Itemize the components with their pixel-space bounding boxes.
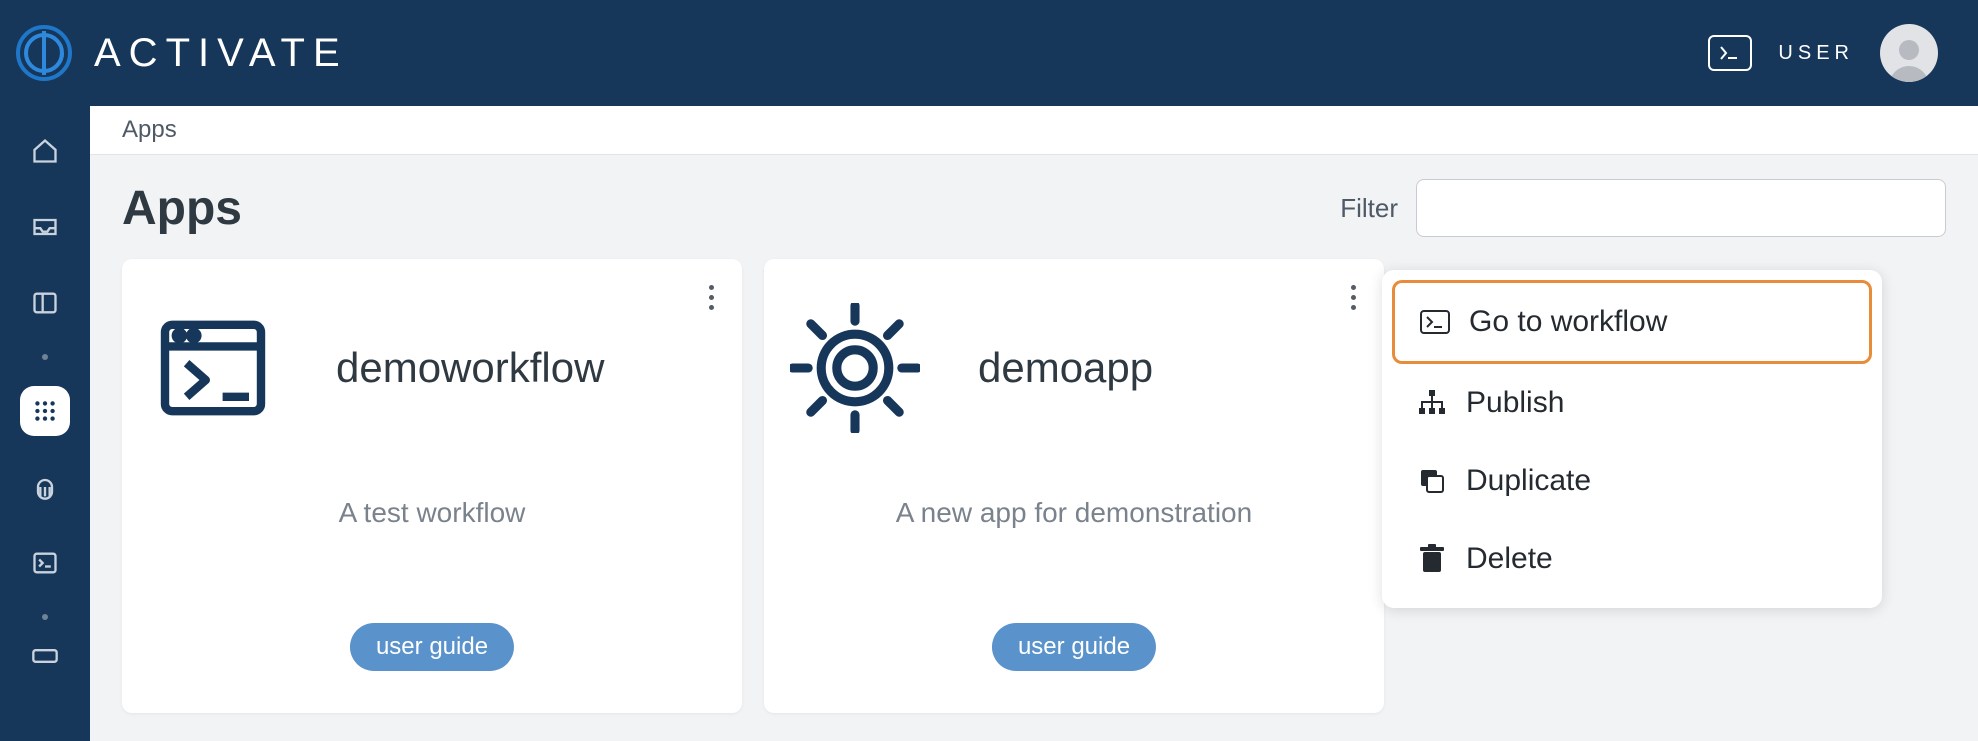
network-icon (1416, 387, 1448, 419)
ctx-item-label: Duplicate (1466, 464, 1591, 498)
page-title: Apps (122, 181, 242, 236)
user-guide-button[interactable]: user guide (992, 623, 1156, 671)
app-card-desc: A new app for demonstration (790, 497, 1358, 529)
top-header: ACTIVATE USER (0, 0, 1978, 106)
ctx-go-to-workflow[interactable]: Go to workflow (1392, 280, 1872, 364)
ctx-item-label: Go to workflow (1469, 305, 1667, 339)
brand-name: ACTIVATE (94, 31, 348, 76)
app-card-desc: A test workflow (148, 497, 716, 529)
ctx-publish[interactable]: Publish (1392, 364, 1872, 442)
logo-icon (12, 21, 76, 85)
sidebar-terminal-icon[interactable] (20, 538, 70, 588)
sidebar-server-icon[interactable] (20, 646, 70, 666)
ctx-duplicate[interactable]: Duplicate (1392, 442, 1872, 520)
kebab-menu-icon[interactable] (1345, 279, 1362, 316)
app-card[interactable]: demoworkflow A test workflow user guide (122, 259, 742, 713)
sidebar-inbox-icon[interactable] (20, 202, 70, 252)
sidebar (0, 106, 90, 741)
ctx-item-label: Publish (1466, 386, 1564, 420)
app-card-title: demoapp (978, 344, 1153, 392)
sidebar-apps-icon[interactable] (20, 386, 70, 436)
breadcrumb: Apps (90, 106, 1978, 155)
ctx-item-label: Delete (1466, 542, 1553, 576)
user-guide-button[interactable]: user guide (350, 623, 514, 671)
app-card[interactable]: demoapp A new app for demonstration user… (764, 259, 1384, 713)
context-menu: Go to workflow Publish Duplicate Delete (1382, 270, 1882, 608)
sidebar-home-icon[interactable] (20, 126, 70, 176)
workflow-icon (148, 303, 278, 433)
sidebar-panel-icon[interactable] (20, 278, 70, 328)
terminal-icon[interactable] (1708, 35, 1752, 71)
breadcrumb-text: Apps (122, 116, 177, 143)
filter-input[interactable] (1416, 179, 1946, 237)
app-card-title: demoworkflow (336, 344, 604, 392)
trash-icon (1416, 543, 1448, 575)
avatar[interactable] (1880, 24, 1938, 82)
kebab-menu-icon[interactable] (703, 279, 720, 316)
gear-icon (790, 303, 920, 433)
sidebar-separator (42, 354, 48, 360)
terminal-icon (1419, 306, 1451, 338)
filter-label: Filter (1340, 193, 1398, 224)
user-label[interactable]: USER (1778, 42, 1854, 65)
sidebar-separator-2 (42, 614, 48, 620)
sidebar-bug-icon[interactable] (20, 462, 70, 512)
ctx-delete[interactable]: Delete (1392, 520, 1872, 598)
copy-icon (1416, 465, 1448, 497)
